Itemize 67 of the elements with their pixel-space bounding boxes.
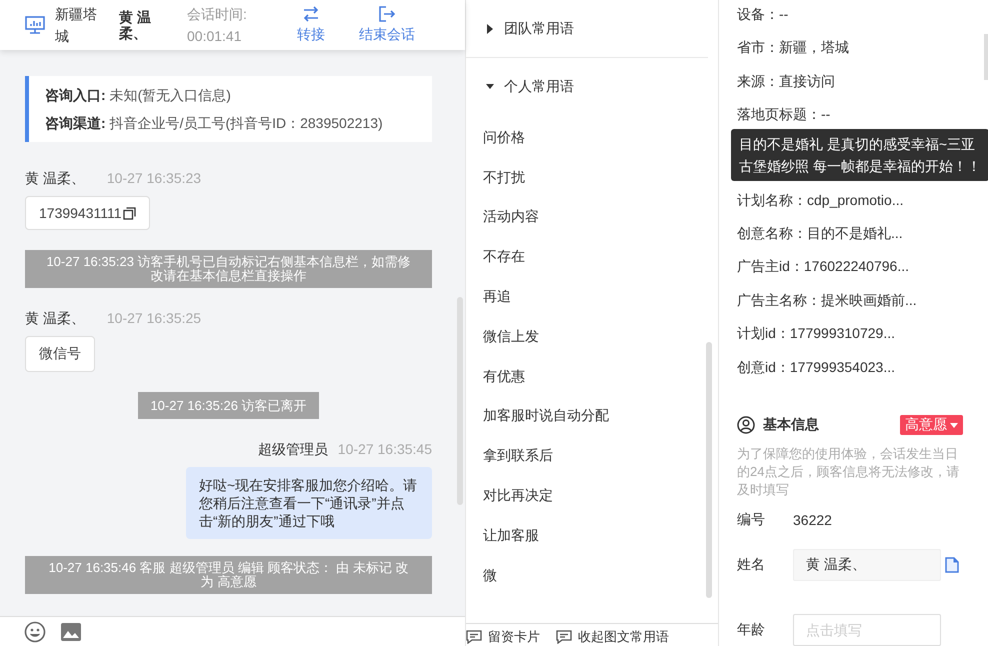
info-field: 创意id：177999354023... — [737, 356, 895, 390]
system-notice: 10-27 16:35:23 访客手机号已自动标记右侧基本信息栏，如需修改请在基本信息栏直接操作 — [25, 250, 432, 288]
info-field: 来源：直接访问 — [737, 70, 835, 104]
logout-icon — [378, 6, 396, 22]
comment-icon — [466, 630, 482, 644]
source-info-row-text: 咨询入口: 未知(暂无入口信息) — [45, 86, 232, 105]
message-time: 10-27 16:35:25 — [106, 310, 202, 328]
user-circle-icon — [737, 416, 755, 434]
info-field: 设备：-- — [737, 3, 788, 36]
field-label: 姓名 — [737, 556, 766, 574]
source-info-row-text: 咨询渠道: 抖音企业号/员工号(抖音号ID：2839502213) — [45, 114, 384, 133]
scrollbar[interactable] — [457, 297, 463, 505]
emoji-icon[interactable] — [24, 620, 46, 642]
system-notice: 10-27 16:35:46 客服 超级管理员 编辑 顾客状态： 由 未标记 改为 高意愿 — [25, 556, 432, 594]
field-value: 36222 — [793, 512, 832, 528]
footer-button[interactable]: 收起图文常用语 — [556, 628, 669, 646]
message-bubble: 微信号 — [25, 336, 95, 372]
notice-text: 为了保障您的使用体验，会话发生当日的24点之后，顾客信息将无法修改，请及时填写 — [737, 445, 960, 500]
quick-phrase-item[interactable]: 再追 — [466, 277, 718, 317]
scrollbar[interactable] — [706, 342, 712, 598]
field-label: 编号 — [737, 511, 766, 530]
info-field: 广告主名称：提米映画婚前... — [737, 288, 917, 322]
quick-phrase-item[interactable]: 加客服时说自动分配 — [466, 396, 718, 436]
copy-icon[interactable] — [122, 206, 136, 220]
quick-phrase-item[interactable]: 不存在 — [466, 237, 718, 278]
message-time: 10-27 16:35:45 — [338, 441, 432, 459]
message-bubble: 17399431111 — [25, 196, 150, 230]
quick-phrase-item[interactable]: 拿到联系后 — [466, 436, 718, 476]
session-time-label: 会话时间: — [187, 6, 247, 22]
transfer-button[interactable]: 转接 — [297, 6, 325, 44]
caret-right-icon — [486, 24, 494, 34]
document-icon[interactable] — [945, 557, 959, 574]
quick-phrase-item[interactable]: 活动内容 — [466, 198, 718, 238]
info-field: 省市：新疆，塔城 — [737, 36, 849, 70]
info-field: 创意名称：目的不是婚礼... — [737, 222, 903, 256]
swap-arrows-icon — [302, 6, 320, 22]
field-label: 年龄 — [737, 621, 766, 640]
quick-phrase-item[interactable]: 让加客服 — [466, 516, 718, 556]
tooltip: 目的不是婚礼 是真切的感受幸福~三亚古堡婚纱照 每一帧都是幸福的开始！！ — [731, 128, 988, 181]
sender-name: 超级管理员 — [258, 441, 328, 459]
quick-phrase-item[interactable]: 微信上发 — [466, 316, 718, 357]
system-notice: 10-27 16:35:26 访客已离开 — [138, 392, 319, 419]
quick-phrase-item[interactable]: 有优惠 — [466, 356, 718, 397]
footer-button[interactable]: 留资卡片 — [466, 628, 540, 646]
monitor-icon — [25, 16, 45, 34]
quick-phrase-item[interactable]: 不打扰 — [466, 158, 718, 198]
info-field: 计划id：177999310729... — [737, 322, 895, 356]
comment-icon — [556, 630, 572, 644]
visitor-name: 黄 温柔、 — [119, 9, 152, 41]
quick-phrase-item[interactable]: 问价格 — [466, 118, 718, 158]
sender-name: 黄 温柔、 — [25, 170, 85, 188]
info-field: 计划名称：cdp_promotio... — [737, 188, 904, 222]
intent-tag-dropdown[interactable]: 高意愿 — [900, 415, 963, 436]
end-session-button[interactable]: 结束会话 — [359, 6, 415, 44]
message-time: 10-27 16:35:23 — [106, 170, 202, 188]
input-field[interactable]: 黄 温柔、 — [793, 549, 941, 582]
section-title: 基本信息 — [763, 416, 819, 434]
quick-phrase-item[interactable]: 微 — [466, 556, 718, 596]
image-icon[interactable] — [60, 620, 82, 642]
sender-name: 黄 温柔、 — [25, 310, 85, 328]
quick-phrase-item[interactable]: 对比再决定 — [466, 476, 718, 516]
message-bubble: 好哒~现在安排客服加您介绍哈。请您稍后注意查看一下“通讯录”并点击“新的朋友”通过下哦 — [186, 467, 432, 539]
caret-down-icon — [950, 422, 958, 428]
info-field: 广告主id：176022240796... — [737, 255, 909, 289]
visitor-location: 新疆塔城 — [55, 5, 98, 46]
session-timer: 00:01:41 — [187, 28, 242, 44]
scrollbar[interactable] — [984, 34, 988, 80]
